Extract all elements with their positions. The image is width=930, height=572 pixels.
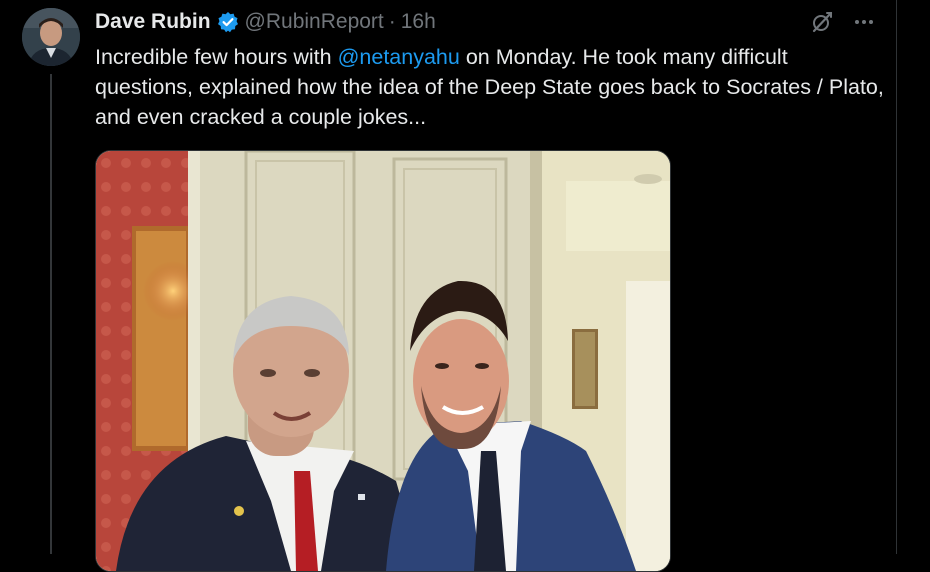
mention-link[interactable]: @netanyahu xyxy=(338,45,460,69)
tweet-text: Incredible few hours with @netanyahu on … xyxy=(95,42,885,132)
separator-dot: · xyxy=(388,10,396,33)
author-handle[interactable]: @RubinReport xyxy=(245,10,384,34)
thread-line xyxy=(50,74,52,554)
verified-badge-icon xyxy=(217,11,239,33)
tweet-text-start: Incredible few hours with xyxy=(95,45,338,69)
right-rail xyxy=(896,0,930,554)
author-name[interactable]: Dave Rubin xyxy=(95,10,211,34)
grok-icon[interactable] xyxy=(810,10,834,34)
tweet-photo[interactable] xyxy=(95,150,671,572)
more-icon[interactable] xyxy=(852,10,876,34)
avatar[interactable] xyxy=(22,8,80,66)
tweet-actions xyxy=(810,8,876,36)
tweet-header: Dave Rubin @RubinReport · 16h xyxy=(95,8,876,36)
timestamp[interactable]: 16h xyxy=(401,10,436,34)
tweet[interactable]: Dave Rubin @RubinReport · 16h Incredible… xyxy=(0,0,896,572)
